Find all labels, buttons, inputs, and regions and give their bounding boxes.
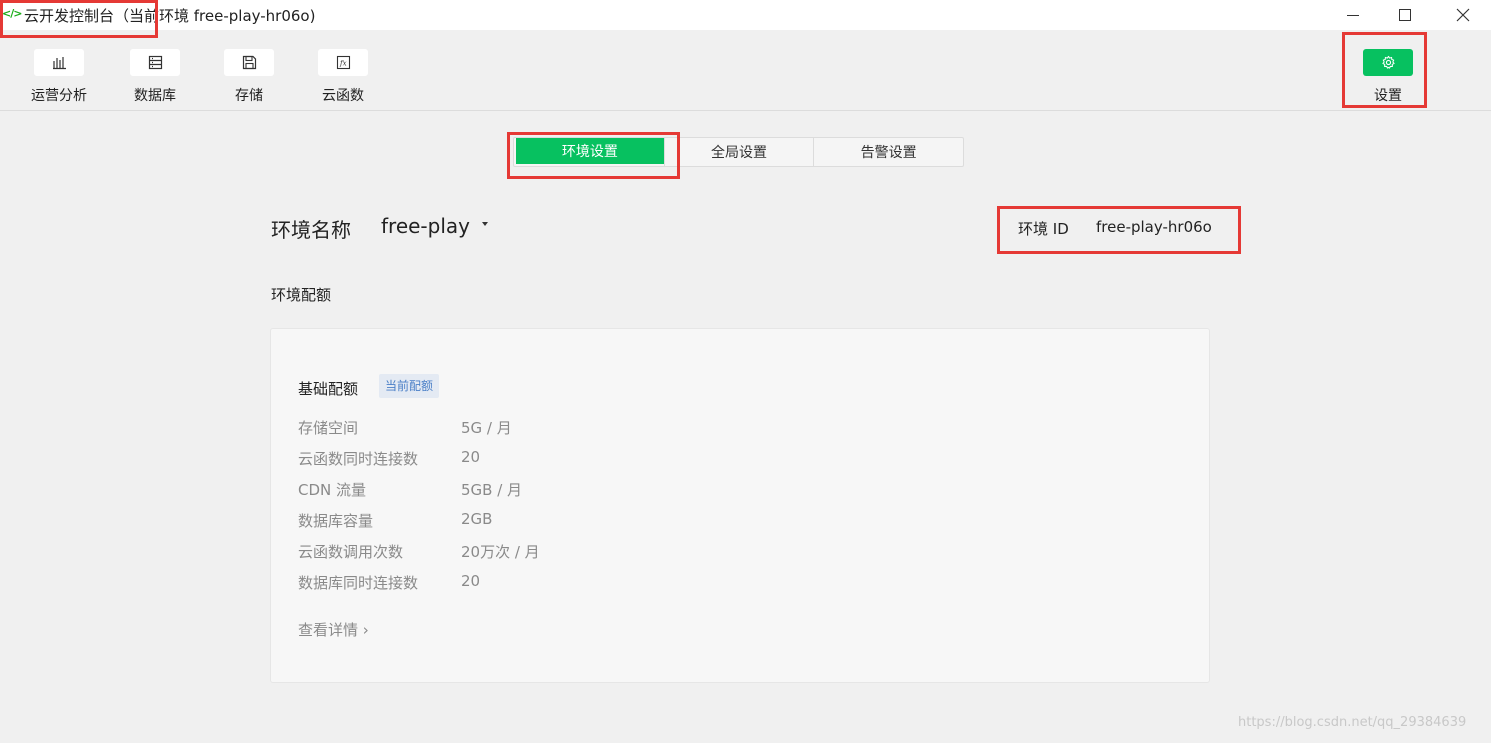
view-details-link[interactable]: 查看详情 › [298, 619, 369, 640]
toolbar-settings-label: 设置 [1374, 88, 1402, 104]
toolbar-button-face [224, 49, 274, 76]
toolbar-storage-label: 存储 [235, 88, 263, 104]
quota-value: 2GB [461, 510, 493, 528]
quota-key: 数据库同时连接数 [298, 574, 419, 592]
caret-down-icon [482, 222, 488, 226]
quota-value: 5G / 月 [461, 419, 512, 437]
env-name-label: 环境名称 [271, 218, 351, 242]
quota-key: CDN 流量 [298, 481, 367, 499]
settings-tabs: 环境设置 全局设置 告警设置 [513, 137, 964, 167]
save-icon [242, 55, 256, 70]
env-id-label: 环境 ID [1018, 220, 1069, 238]
quota-key: 存储空间 [298, 419, 359, 437]
quota-value: 20 [461, 572, 481, 590]
env-id-value: free-play-hr06o [1096, 218, 1212, 236]
toolbar-analytics-label: 运营分析 [31, 88, 87, 104]
window-title: 云开发控制台（当前环境 free-play-hr06o) [24, 7, 316, 25]
current-quota-badge: 当前配额 [379, 374, 440, 398]
toolbar: 运营分析 数据库 存储 fx 云函数 设置 [0, 30, 1491, 111]
function-icon: fx [336, 55, 350, 70]
quota-section-title: 环境配额 [271, 286, 332, 304]
quota-value: 20 [461, 448, 481, 466]
env-name-value: free-play [381, 214, 470, 238]
toolbar-button-face [130, 49, 180, 76]
watermark: https://blog.csdn.net/qq_29384639 [1238, 715, 1467, 730]
minimize-button[interactable] [1324, 0, 1382, 30]
minimize-icon [1347, 14, 1359, 16]
toolbar-functions-label: 云函数 [322, 88, 364, 104]
toolbar-database-button[interactable]: 数据库 [130, 49, 180, 105]
quota-title: 基础配额 [298, 380, 359, 398]
quota-key: 云函数调用次数 [298, 543, 404, 561]
bar-chart-icon [52, 57, 66, 70]
app-icon: </> [2, 7, 22, 20]
svg-text:fx: fx [339, 60, 347, 68]
tab-global-settings[interactable]: 全局设置 [663, 138, 814, 166]
close-icon [1456, 8, 1470, 22]
toolbar-button-face [1363, 49, 1413, 76]
toolbar-analytics-button[interactable]: 运营分析 [31, 49, 87, 105]
quota-value: 20万次 / 月 [461, 543, 540, 561]
toolbar-button-face [34, 49, 84, 76]
toolbar-storage-button[interactable]: 存储 [224, 49, 274, 105]
toolbar-button-face: fx [318, 49, 368, 76]
quota-key: 数据库容量 [298, 512, 374, 530]
env-name-dropdown[interactable]: free-play [381, 214, 488, 238]
quota-card: 基础配额 当前配额 存储空间 5G / 月 云函数同时连接数 20 CDN 流量… [270, 328, 1210, 683]
title-bar: </> 云开发控制台（当前环境 free-play-hr06o) [0, 0, 1491, 30]
close-button[interactable] [1434, 0, 1491, 30]
database-icon [148, 55, 162, 70]
maximize-icon [1399, 9, 1411, 21]
tab-environment-settings[interactable]: 环境设置 [516, 138, 664, 164]
tab-alert-settings[interactable]: 告警设置 [813, 138, 963, 166]
toolbar-settings-button[interactable]: 设置 [1363, 49, 1413, 105]
quota-key: 云函数同时连接数 [298, 450, 419, 468]
quota-value: 5GB / 月 [461, 481, 523, 499]
maximize-button[interactable] [1376, 0, 1434, 30]
toolbar-database-label: 数据库 [134, 88, 176, 104]
gear-icon [1381, 55, 1395, 69]
toolbar-functions-button[interactable]: fx 云函数 [318, 49, 368, 105]
